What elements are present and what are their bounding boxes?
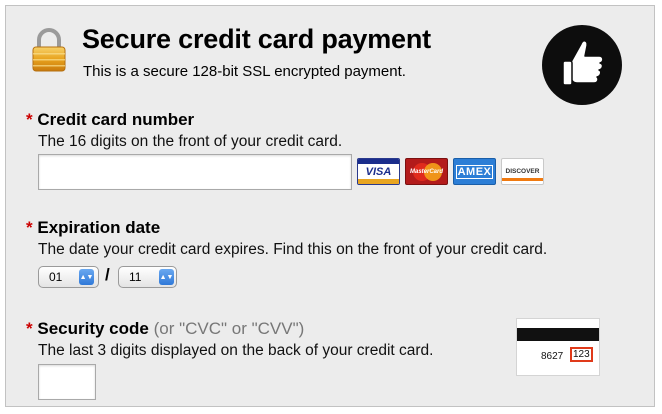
required-marker: * — [26, 218, 33, 237]
thumbs-up-icon — [542, 25, 622, 105]
card-back-illustration: 8627 123 — [516, 318, 600, 376]
mastercard-logo-icon: MasterCard — [405, 158, 448, 185]
card-back-number: 8627 — [541, 351, 564, 362]
card-number-input[interactable] — [38, 154, 352, 190]
security-code-description: The last 3 digits displayed on the back … — [38, 342, 434, 359]
card-logos: VISA MasterCard AMEX DISCOVER — [357, 158, 544, 185]
card-number-description: The 16 digits on the front of your credi… — [38, 133, 343, 150]
required-marker: * — [26, 110, 33, 129]
mastercard-logo-text: MasterCard — [409, 168, 443, 175]
magnetic-stripe — [517, 328, 599, 341]
expiration-year-select[interactable]: 11 ▲▼ — [118, 266, 177, 288]
expiration-label-text: Expiration date — [37, 218, 161, 237]
expiration-month-value: 01 — [49, 270, 63, 284]
card-number-label: * Credit card number — [26, 110, 194, 130]
card-back-code: 123 — [570, 347, 593, 362]
select-arrows-icon: ▲▼ — [159, 269, 174, 285]
card-number-label-text: Credit card number — [37, 110, 195, 129]
amex-logo-icon: AMEX — [453, 158, 496, 185]
security-code-hint: (or "CVC" or "CVV") — [153, 319, 305, 338]
date-separator: / — [105, 265, 110, 284]
visa-logo-text: VISA — [365, 165, 392, 178]
page-title: Secure credit card payment — [82, 24, 431, 54]
expiration-year-value: 11 — [129, 270, 142, 284]
visa-logo-icon: VISA — [357, 158, 400, 185]
discover-logo-icon: DISCOVER — [501, 158, 544, 185]
page-subtitle: This is a secure 128-bit SSL encrypted p… — [83, 63, 406, 80]
security-code-input[interactable] — [38, 364, 96, 400]
amex-logo-text: AMEX — [455, 164, 494, 179]
expiration-month-select[interactable]: 01 ▲▼ — [38, 266, 99, 288]
padlock-icon — [32, 28, 66, 72]
required-marker: * — [26, 319, 33, 338]
security-code-label-text: Security code — [37, 319, 149, 338]
discover-logo-text: DISCOVER — [505, 168, 540, 175]
security-code-label: * Security code (or "CVC" or "CVV") — [26, 319, 304, 339]
expiration-label: * Expiration date — [26, 218, 160, 238]
expiration-description: The date your credit card expires. Find … — [38, 241, 548, 258]
select-arrows-icon: ▲▼ — [79, 269, 94, 285]
